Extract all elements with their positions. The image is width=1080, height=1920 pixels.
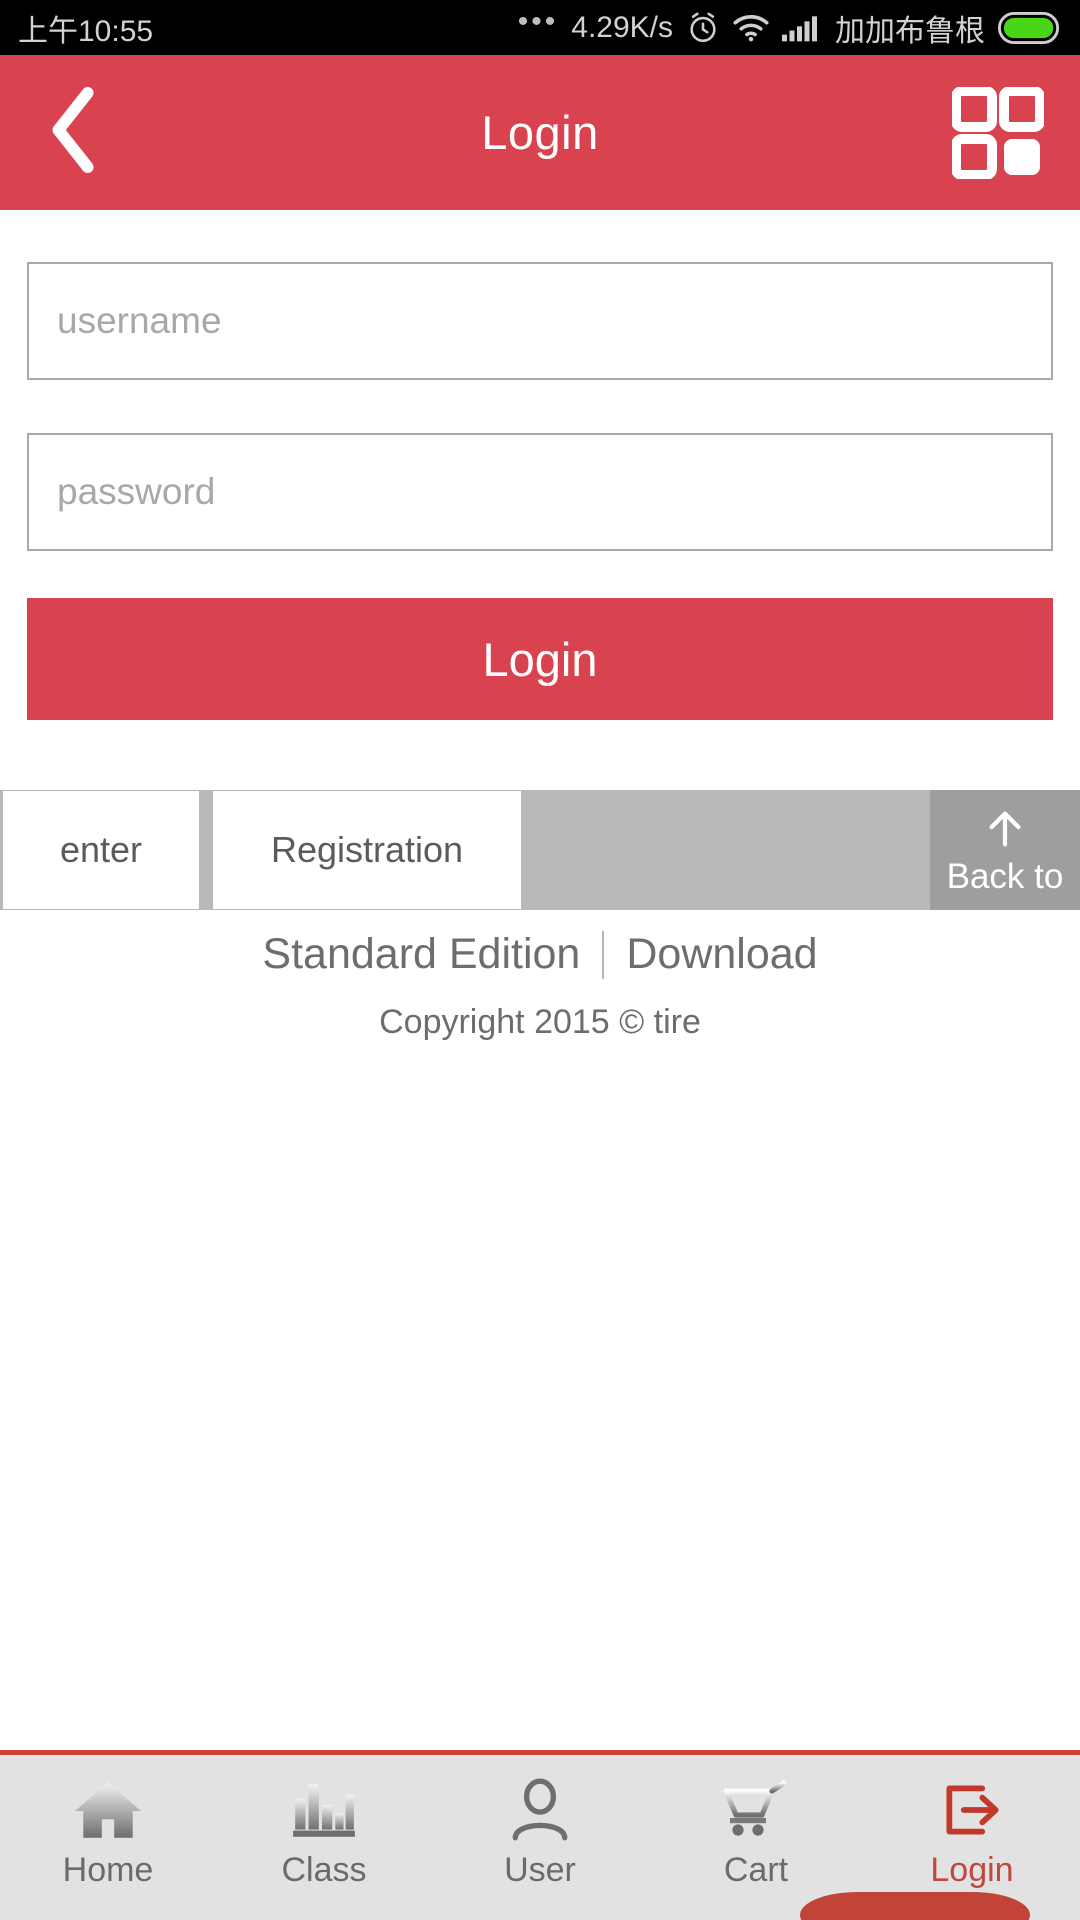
chart-icon [289, 1773, 359, 1847]
nav-label-user: User [504, 1851, 576, 1889]
standard-edition-link[interactable]: Standard Edition [240, 930, 602, 979]
app-screen: 上午10:55 ••• 4.29K/s 加加布鲁根 Login username… [0, 0, 1080, 1920]
signal-icon [782, 14, 822, 42]
person-icon [505, 1773, 575, 1847]
grid-menu-icon [951, 85, 1045, 183]
nav-label-class: Class [281, 1851, 367, 1889]
login-form: Login [0, 210, 1080, 720]
status-bar: 上午10:55 ••• 4.29K/s 加加布鲁根 [0, 0, 1080, 55]
copyright-text: Copyright 2015 © tire [379, 1003, 701, 1041]
bottom-nav: Home Class User Cart Login [0, 1750, 1080, 1920]
status-icons-group: ••• 4.29K/s 加加布鲁根 [517, 4, 1062, 50]
registration-button[interactable]: Registration [213, 791, 521, 909]
home-icon [73, 1773, 143, 1847]
cart-icon [720, 1773, 792, 1847]
nav-label-login: Login [930, 1851, 1014, 1889]
nav-label-home: Home [62, 1851, 154, 1889]
enter-button[interactable]: enter [3, 791, 199, 909]
nav-item-user[interactable]: User [432, 1755, 648, 1920]
footer: Standard Edition Download Copyright 2015… [0, 930, 1080, 1042]
action-toolbar: enter Registration Back to [0, 790, 1080, 910]
footer-links: Standard Edition Download [0, 930, 1080, 979]
back-button[interactable] [34, 87, 114, 178]
username-input[interactable] [27, 262, 1053, 380]
nav-label-cart: Cart [723, 1851, 789, 1889]
battery-icon [998, 11, 1062, 44]
chevron-left-icon [46, 87, 102, 178]
app-header: Login [0, 55, 1080, 210]
nav-item-home[interactable]: Home [0, 1755, 216, 1920]
back-to-top-label: Back to [946, 857, 1064, 896]
network-speed-label: 4.29K/s [571, 10, 673, 44]
more-dots-icon: ••• [517, 4, 559, 38]
nav-item-class[interactable]: Class [216, 1755, 432, 1920]
form-spacer [27, 380, 1053, 433]
floating-indicator[interactable] [800, 1892, 1030, 1920]
signin-icon [937, 1773, 1007, 1847]
grid-menu-button[interactable] [951, 85, 1045, 180]
login-submit-button[interactable]: Login [27, 598, 1053, 720]
page-title: Login [481, 106, 599, 159]
password-input[interactable] [27, 433, 1053, 551]
wifi-icon [733, 14, 769, 42]
carrier-label: 加加布鲁根 [835, 14, 985, 48]
status-time: 上午10:55 [18, 14, 154, 48]
download-link[interactable]: Download [604, 930, 839, 979]
back-to-top-button[interactable]: Back to [930, 790, 1080, 910]
alarm-icon [686, 11, 720, 45]
arrow-up-icon [982, 806, 1028, 857]
